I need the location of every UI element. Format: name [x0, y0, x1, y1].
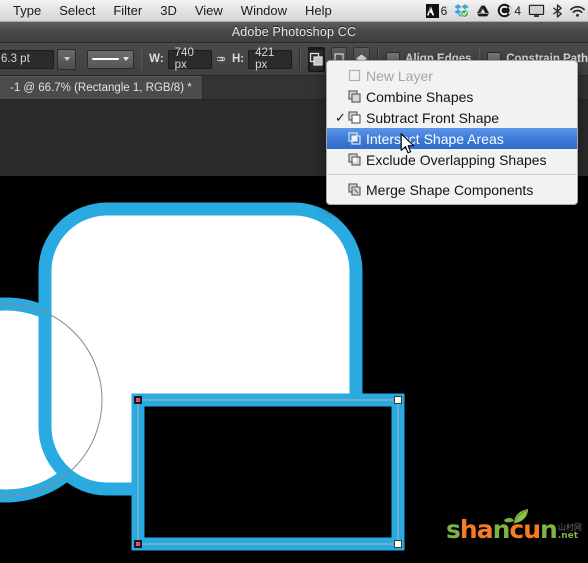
menu-item-label: Merge Shape Components	[366, 181, 534, 198]
application-title: Adobe Photoshop CC	[231, 25, 357, 39]
menu-item-label: Exclude Overlapping Shapes	[366, 151, 547, 168]
menu-item-combine-shapes[interactable]: Combine Shapes	[327, 86, 577, 107]
google-drive-status-item[interactable]	[476, 4, 490, 18]
bluetooth-icon	[553, 3, 562, 18]
menu-item-label: Subtract Front Shape	[366, 109, 500, 126]
display-icon	[528, 4, 545, 17]
creative-cloud-status-item[interactable]: 4	[497, 3, 521, 18]
wifi-status-item[interactable]	[570, 4, 585, 18]
wm-char: h	[459, 515, 478, 544]
path-operations-dropdown-menu: New Layer Combine Shapes ✓ Subtract Fron…	[326, 60, 578, 205]
leaf-icon	[504, 509, 528, 525]
menu-item-label: New Layer	[366, 67, 433, 84]
selection-handle-bottom-right	[394, 540, 402, 548]
options-divider	[140, 48, 143, 70]
stroke-style-picker[interactable]	[87, 49, 134, 69]
height-input[interactable]: 421 px	[248, 47, 293, 71]
subtracted-rectangle-interior	[144, 406, 392, 538]
menu-view[interactable]: View	[186, 1, 232, 21]
menu-help[interactable]: Help	[296, 1, 341, 21]
dropbox-status-item[interactable]	[454, 3, 469, 18]
os-menu-items: Type Select Filter 3D View Window Help	[0, 1, 341, 21]
menu-item-label: Intersect Shape Areas	[366, 130, 504, 147]
menu-separator	[328, 174, 576, 175]
wifi-icon	[570, 5, 585, 17]
options-divider-2	[299, 48, 301, 70]
link-dimensions-icon[interactable]	[216, 52, 227, 66]
menu-item-new-layer[interactable]: New Layer	[327, 65, 577, 86]
artwork-svg	[0, 176, 588, 563]
dropbox-icon	[454, 4, 469, 18]
menu-select[interactable]: Select	[50, 1, 104, 21]
merge-shape-components-icon	[348, 183, 366, 196]
watermark: shancun 山村网 .net	[446, 509, 582, 544]
stroke-weight-dropdown-button[interactable]	[57, 48, 76, 70]
creative-cloud-badge-count: 4	[514, 3, 521, 18]
adobe-status-item[interactable]: 6	[425, 3, 448, 18]
menu-type[interactable]: Type	[4, 1, 50, 21]
display-status-item[interactable]	[528, 4, 545, 18]
os-status-items: 6 4	[425, 3, 588, 18]
menu-filter[interactable]: Filter	[104, 1, 151, 21]
adobe-badge-count: 6	[440, 3, 448, 18]
google-drive-icon	[477, 5, 490, 16]
checkmark-icon: ✓	[335, 110, 346, 125]
bluetooth-status-item[interactable]	[552, 3, 563, 18]
selection-handle-top-right	[394, 396, 402, 404]
menu-window[interactable]: Window	[232, 1, 296, 21]
menu-item-exclude-overlapping-shapes[interactable]: Exclude Overlapping Shapes	[327, 149, 577, 170]
watermark-net-text: .net	[557, 531, 579, 541]
stroke-weight-input[interactable]: 6.3 pt	[0, 49, 54, 69]
combine-shapes-icon	[348, 90, 366, 103]
chevron-down-icon	[122, 57, 129, 61]
menu-item-merge-shape-components[interactable]: Merge Shape Components	[327, 179, 577, 200]
document-tab[interactable]: -1 @ 66.7% (Rectangle 1, RGB/8) *	[0, 76, 203, 99]
creative-cloud-icon	[498, 3, 512, 18]
menu-item-subtract-front-shape[interactable]: ✓ Subtract Front Shape	[327, 107, 577, 128]
path-operations-icon	[309, 52, 323, 66]
wm-char: s	[446, 515, 461, 544]
height-label: H:	[231, 53, 245, 65]
intersect-shape-areas-icon	[348, 132, 366, 145]
photoshop-window: Type Select Filter 3D View Window Help 6	[0, 0, 588, 563]
menu-item-intersect-shape-areas[interactable]: Intersect Shape Areas	[327, 128, 577, 149]
wm-char: a	[476, 515, 494, 544]
anchor-point	[136, 398, 140, 402]
subtract-front-shape-icon	[348, 111, 366, 124]
new-layer-icon	[348, 69, 366, 82]
document-canvas[interactable]	[0, 176, 588, 563]
width-label: W:	[149, 53, 164, 65]
adobe-logo-icon	[425, 3, 439, 18]
chevron-down-icon	[63, 57, 70, 61]
os-menu-bar: Type Select Filter 3D View Window Help 6	[0, 0, 588, 22]
wm-char: n	[540, 515, 558, 544]
exclude-overlapping-shapes-icon	[348, 153, 366, 166]
application-title-bar: Adobe Photoshop CC	[0, 22, 588, 43]
menu-item-label: Combine Shapes	[366, 88, 474, 105]
path-operations-button[interactable]	[308, 46, 325, 72]
menu-3d[interactable]: 3D	[151, 1, 186, 21]
watermark-suffix: 山村网 .net	[558, 523, 582, 542]
anchor-point	[136, 542, 140, 546]
width-input[interactable]: 740 px	[167, 47, 212, 71]
stroke-style-icon	[92, 58, 119, 60]
